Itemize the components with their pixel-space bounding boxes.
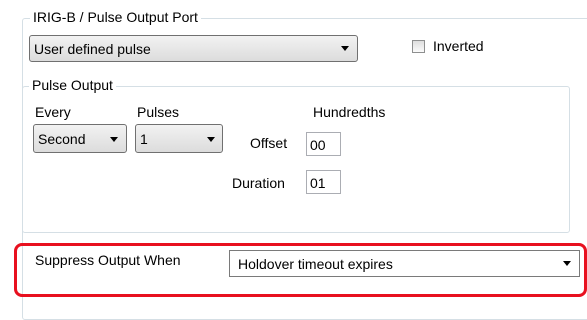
chevron-down-icon: [341, 46, 349, 51]
offset-input[interactable]: 00: [306, 132, 341, 156]
pulses-select-value: 1: [140, 131, 148, 147]
offset-label: Offset: [250, 135, 288, 151]
output-mode-select-value: User defined pulse: [34, 41, 151, 57]
pulse-output-title: Pulse Output: [29, 77, 116, 93]
output-mode-select[interactable]: User defined pulse: [29, 35, 358, 62]
chevron-down-icon: [110, 137, 118, 142]
suppress-highlight-box: [14, 243, 587, 297]
duration-input-value: 01: [310, 175, 326, 191]
every-select[interactable]: Second: [33, 124, 127, 153]
hundredths-label: Hundredths: [313, 104, 386, 120]
duration-input[interactable]: 01: [306, 170, 341, 194]
pulses-select[interactable]: 1: [135, 124, 223, 153]
pulse-output-group: [22, 86, 570, 233]
offset-input-value: 00: [310, 137, 326, 153]
chevron-down-icon: [207, 137, 215, 142]
inverted-label: Inverted: [433, 38, 484, 54]
every-select-value: Second: [38, 131, 86, 147]
pulses-label: Pulses: [137, 104, 180, 120]
inverted-checkbox[interactable]: [412, 40, 425, 53]
irig-pulse-output-port-title: IRIG-B / Pulse Output Port: [30, 9, 201, 25]
duration-label: Duration: [232, 175, 285, 191]
every-label: Every: [35, 104, 71, 120]
